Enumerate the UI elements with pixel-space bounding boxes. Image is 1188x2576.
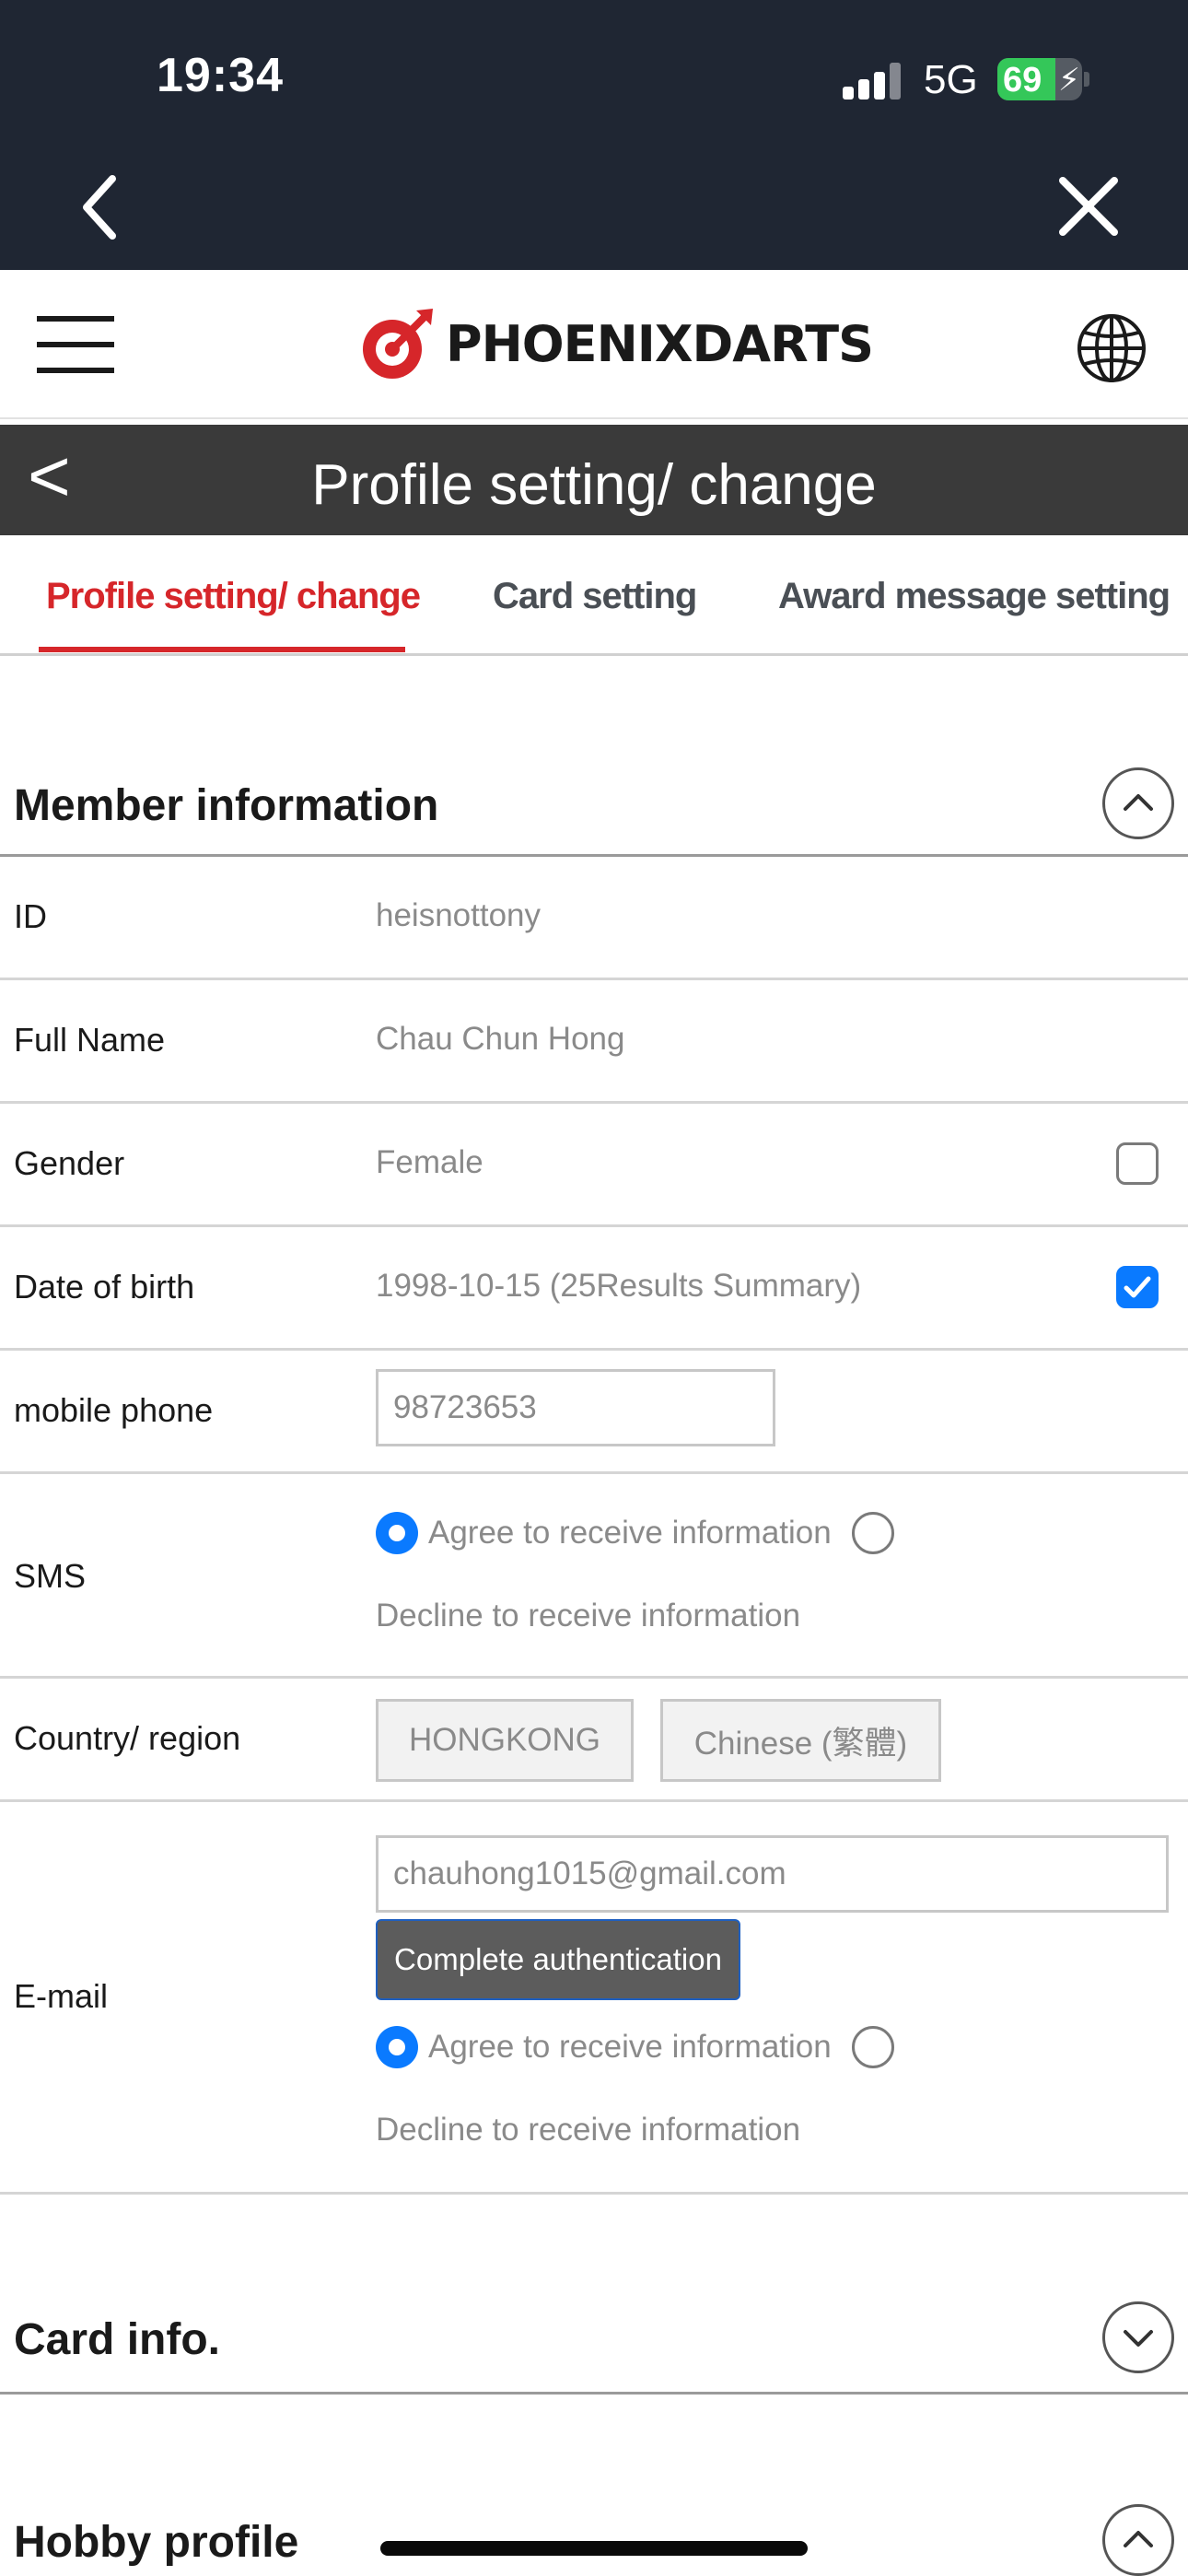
email-label: E-mail [14, 1977, 109, 2015]
dob-value: 1998-10-15 (25Results Summary) [376, 1268, 862, 1304]
email-agree-label[interactable]: Agree to receive information [428, 2029, 832, 2066]
id-label: ID [14, 897, 47, 935]
globe-icon[interactable] [1076, 312, 1147, 384]
country-region-row: Country/ region HONGKONG Chinese (繁體) [0, 1679, 1188, 1802]
gender-label: Gender [14, 1144, 125, 1182]
mobile-label: mobile phone [14, 1391, 214, 1429]
tab-profile-setting[interactable]: Profile setting/ change [46, 576, 421, 617]
sms-agree-label[interactable]: Agree to receive information [428, 1515, 832, 1551]
logo[interactable]: PHOENIXDARTS [359, 302, 874, 385]
status-time: 19:34 [157, 49, 284, 102]
checkmark-icon [1124, 1276, 1151, 1298]
full-name-row: Full Name Chau Chun Hong [0, 980, 1188, 1104]
chevron-down-icon[interactable] [1102, 2301, 1174, 2373]
tab-award-message-setting[interactable]: Award message setting [778, 576, 1171, 617]
page-title-bar: < Profile setting/ change [0, 425, 1188, 535]
country-label: Country/ region [14, 1719, 241, 1757]
email-decline-radio[interactable] [852, 2026, 894, 2068]
network-type: 5G [924, 57, 978, 102]
page-title: Profile setting/ change [311, 453, 877, 517]
chevron-up-icon[interactable] [1102, 767, 1174, 839]
phoenix-logo-icon [363, 309, 433, 379]
hamburger-icon[interactable] [37, 316, 114, 373]
country-select[interactable]: HONGKONG [376, 1699, 634, 1782]
sms-decline-label[interactable]: Decline to receive information [376, 1598, 800, 1634]
sms-label: SMS [14, 1557, 87, 1595]
sms-agree-radio[interactable] [376, 1512, 418, 1554]
hobby-profile-header[interactable]: Hobby profile [0, 2488, 1188, 2576]
email-decline-label[interactable]: Decline to receive information [376, 2112, 800, 2149]
chevron-left-icon[interactable] [74, 166, 129, 249]
site-header: PHOENIXDARTS [0, 270, 1188, 419]
mobile-phone-input[interactable]: 98723653 [376, 1369, 775, 1446]
home-indicator[interactable] [380, 2541, 808, 2556]
full-name-value: Chau Chun Hong [376, 1021, 625, 1057]
top-bar: 19:34 5G 69 ⚡ [0, 0, 1188, 270]
tab-card-setting[interactable]: Card setting [493, 576, 697, 617]
dob-label: Date of birth [14, 1268, 195, 1306]
section-title: Card info. [14, 2315, 220, 2364]
charging-icon: ⚡ [1058, 63, 1080, 98]
email-agree-radio[interactable] [376, 2026, 418, 2068]
signal-icon [843, 63, 903, 100]
gender-value: Female [376, 1144, 483, 1180]
gender-row: Gender Female [0, 1104, 1188, 1227]
complete-authentication-button[interactable]: Complete authentication [376, 1919, 740, 2000]
mobile-phone-row: mobile phone 98723653 [0, 1351, 1188, 1474]
close-icon[interactable] [1057, 175, 1120, 238]
battery-level: 69 [1003, 61, 1042, 100]
date-of-birth-row: Date of birth 1998-10-15 (25Results Summ… [0, 1227, 1188, 1351]
language-select[interactable]: Chinese (繁體) [660, 1699, 941, 1782]
card-info-header[interactable]: Card info. [0, 2276, 1188, 2395]
chevron-up-icon[interactable] [1102, 2504, 1174, 2576]
email-input[interactable]: chauhong1015@gmail.com [376, 1835, 1169, 1913]
id-row: ID heisnottony [0, 857, 1188, 980]
gender-checkbox[interactable] [1116, 1142, 1159, 1185]
active-tab-indicator [39, 647, 405, 652]
battery-icon: 69 ⚡ [997, 58, 1082, 100]
logo-text: PHOENIXDARTS [446, 314, 874, 373]
section-title: Hobby profile [14, 2518, 299, 2567]
dob-checkbox[interactable] [1116, 1266, 1159, 1308]
sms-decline-radio[interactable] [852, 1512, 894, 1554]
sms-row: SMS Agree to receive information Decline… [0, 1474, 1188, 1679]
section-title: Member information [14, 781, 439, 830]
member-information-header[interactable]: Member information [0, 751, 1188, 857]
tab-bar: Profile setting/ change Card setting Awa… [0, 535, 1188, 656]
full-name-label: Full Name [14, 1021, 166, 1059]
id-value: heisnottony [376, 897, 542, 933]
